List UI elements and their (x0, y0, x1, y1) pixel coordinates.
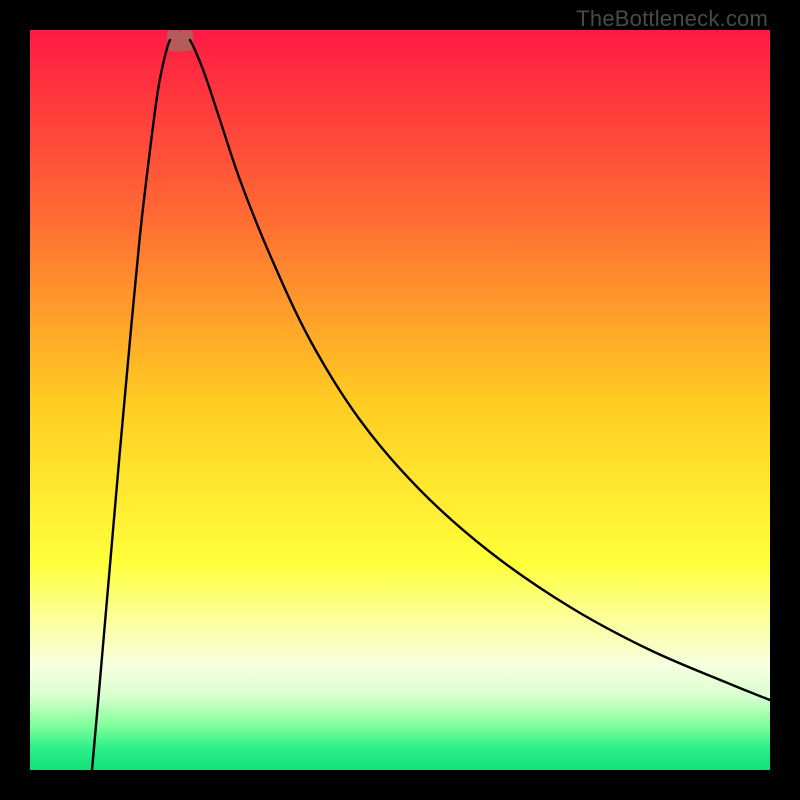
gradient-background (30, 30, 770, 770)
bottleneck-chart (30, 30, 770, 770)
watermark-text: TheBottleneck.com (576, 6, 768, 32)
